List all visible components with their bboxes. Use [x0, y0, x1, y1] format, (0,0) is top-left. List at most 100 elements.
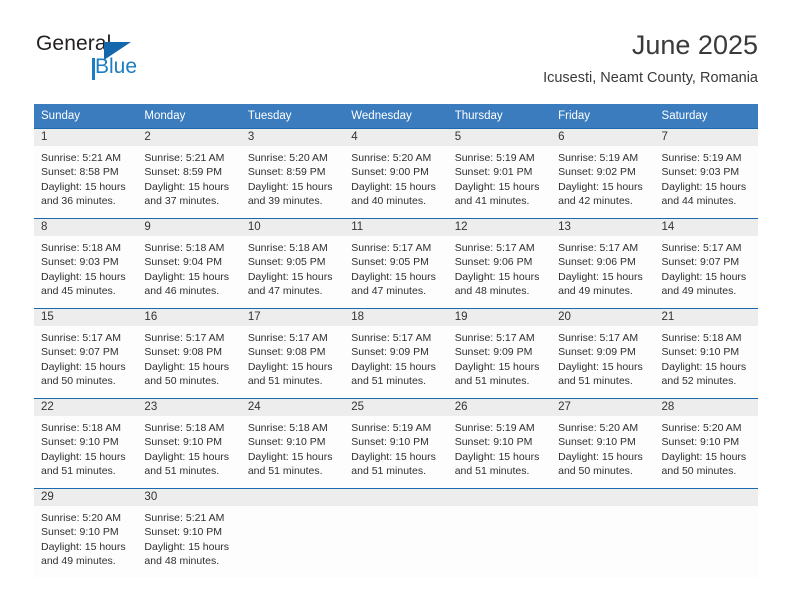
calendar-day-cell[interactable]: 10 Sunrise: 5:18 AM Sunset: 9:05 PM Dayligh… — [240, 218, 345, 309]
day-details: Sunrise: 5:17 AM Sunset: 9:08 PM Daylight:… — [241, 326, 344, 388]
day-number: 27 — [551, 399, 655, 416]
calendar-day-cell[interactable]: 14 Sunrise: 5:17 AM Sunset: 9:07 PM Dayligh… — [654, 218, 758, 309]
daylight-text-line2: and 50 minutes. — [558, 464, 633, 477]
calendar-day-cell[interactable]: 2 Sunrise: 5:21 AM Sunset: 8:59 PM Daylight… — [137, 128, 241, 219]
calendar-day-cell[interactable]: 25 Sunrise: 5:19 AM Sunset: 9:10 PM Dayligh… — [344, 398, 448, 489]
sunrise-text: Sunrise: 5:20 AM — [558, 422, 639, 434]
calendar-day-cell[interactable]: 18 Sunrise: 5:17 AM Sunset: 9:09 PM Dayligh… — [344, 308, 448, 399]
sunset-text: Sunset: 8:59 PM — [247, 166, 326, 179]
calendar-day-cell[interactable]: 28 Sunrise: 5:20 AM Sunset: 9:10 PM Dayligh… — [654, 398, 758, 489]
weekday-header-wednesday: Wednesday — [344, 104, 448, 129]
calendar-day-cell[interactable]: 19 Sunrise: 5:17 AM Sunset: 9:09 PM Dayligh… — [447, 308, 552, 399]
sunset-text: Sunset: 9:00 PM — [351, 166, 429, 179]
calendar-day-cell[interactable]: 9 Sunrise: 5:18 AM Sunset: 9:04 PM Daylight… — [137, 218, 241, 309]
sunset-text: Sunset: 9:02 PM — [558, 166, 636, 179]
general-blue-logo[interactable]: General Blue — [34, 32, 234, 88]
calendar-day-cell[interactable]: 5 Sunrise: 5:19 AM Sunset: 9:01 PM Daylight… — [447, 128, 552, 219]
calendar-day-cell[interactable]: 17 Sunrise: 5:17 AM Sunset: 9:08 PM Dayligh… — [240, 308, 345, 399]
sunrise-text: Sunrise: 5:21 AM — [41, 152, 121, 164]
calendar-day-cell[interactable]: 15 Sunrise: 5:17 AM Sunset: 9:07 PM Dayligh… — [34, 308, 138, 399]
title-block: June 2025 Icusesti, Neamt County, Romani… — [543, 28, 758, 87]
calendar-day-cell[interactable]: 12 Sunrise: 5:17 AM Sunset: 9:06 PM Dayligh… — [447, 218, 552, 309]
calendar-day-cell[interactable]: 4 Sunrise: 5:20 AM Sunset: 9:00 PM Daylight… — [344, 128, 448, 219]
day-number — [344, 489, 448, 506]
calendar-day-cell[interactable]: 27 Sunrise: 5:20 AM Sunset: 9:10 PM Dayligh… — [551, 398, 655, 489]
calendar-day-cell[interactable]: 26 Sunrise: 5:19 AM Sunset: 9:10 PM Dayligh… — [447, 398, 552, 489]
daylight-text-line2: and 50 minutes. — [41, 374, 116, 387]
sunrise-text: Sunrise: 5:17 AM — [351, 242, 432, 254]
weekday-header-friday: Friday — [551, 104, 655, 129]
day-details: Sunrise: 5:18 AM Sunset: 9:10 PM Daylight:… — [241, 416, 344, 478]
calendar-day-cell[interactable]: 20 Sunrise: 5:17 AM Sunset: 9:09 PM Dayligh… — [551, 308, 655, 399]
calendar-day-cell[interactable]: 23 Sunrise: 5:18 AM Sunset: 9:10 PM Dayligh… — [137, 398, 241, 489]
day-details: Sunrise: 5:20 AM Sunset: 9:10 PM Daylight:… — [551, 416, 654, 478]
daylight-text-line2: and 51 minutes. — [558, 374, 633, 387]
sunset-text: Sunset: 9:01 PM — [454, 166, 533, 179]
daylight-text-line1: Daylight: 15 hours — [41, 540, 126, 553]
day-details: Sunrise: 5:17 AM Sunset: 9:06 PM Daylight:… — [551, 236, 654, 298]
sunrise-text: Sunrise: 5:18 AM — [144, 242, 225, 254]
sunrise-text: Sunrise: 5:20 AM — [41, 512, 121, 524]
day-details: Sunrise: 5:21 AM Sunset: 8:59 PM Daylight:… — [137, 146, 240, 208]
calendar-day-cell[interactable]: 6 Sunrise: 5:19 AM Sunset: 9:02 PM Daylight… — [551, 128, 655, 219]
day-details: Sunrise: 5:17 AM Sunset: 9:07 PM Daylight:… — [34, 326, 137, 388]
daylight-text-line1: Daylight: 15 hours — [351, 270, 436, 283]
sunrise-text: Sunrise: 5:17 AM — [558, 242, 639, 254]
sunset-text: Sunset: 9:10 PM — [454, 436, 533, 449]
sunrise-text: Sunrise: 5:17 AM — [454, 242, 535, 254]
calendar-day-cell[interactable]: 16 Sunrise: 5:17 AM Sunset: 9:08 PM Dayligh… — [137, 308, 241, 399]
calendar-day-cell[interactable]: 22 Sunrise: 5:18 AM Sunset: 9:10 PM Dayligh… — [34, 398, 138, 489]
daylight-text-line1: Daylight: 15 hours — [661, 360, 747, 373]
calendar-day-cell[interactable]: 24 Sunrise: 5:18 AM Sunset: 9:10 PM Dayligh… — [240, 398, 345, 489]
calendar-day-cell[interactable]: 21 Sunrise: 5:18 AM Sunset: 9:10 PM Dayligh… — [654, 308, 758, 399]
sunset-text: Sunset: 9:10 PM — [661, 436, 740, 449]
daylight-text-line1: Daylight: 15 hours — [41, 450, 126, 463]
day-number: 19 — [447, 309, 552, 326]
calendar-empty-cell — [447, 488, 552, 578]
sunrise-text: Sunrise: 5:18 AM — [41, 422, 121, 434]
calendar-day-cell[interactable]: 1 Sunrise: 5:21 AM Sunset: 8:58 PM Daylight… — [34, 128, 138, 219]
day-details: Sunrise: 5:17 AM Sunset: 9:07 PM Daylight:… — [655, 236, 758, 298]
calendar-empty-cell — [551, 488, 655, 578]
calendar-day-cell[interactable]: 11 Sunrise: 5:17 AM Sunset: 9:05 PM Dayligh… — [344, 218, 448, 309]
calendar-day-cell[interactable]: 29 Sunrise: 5:20 AM Sunset: 9:10 PM Dayligh… — [34, 488, 138, 578]
day-number: 2 — [137, 129, 241, 146]
sunrise-text: Sunrise: 5:18 AM — [144, 422, 225, 434]
weekday-header-sunday: Sunday — [34, 104, 138, 129]
day-number: 13 — [551, 219, 655, 236]
day-number: 29 — [34, 489, 138, 506]
sunset-text: Sunset: 9:09 PM — [558, 346, 636, 359]
day-details: Sunrise: 5:17 AM Sunset: 9:06 PM Daylight:… — [448, 236, 551, 298]
sunrise-text: Sunrise: 5:20 AM — [247, 152, 328, 164]
day-number: 1 — [34, 129, 138, 146]
daylight-text-line1: Daylight: 15 hours — [558, 360, 643, 373]
sunrise-text: Sunrise: 5:19 AM — [351, 422, 432, 434]
calendar-page: General Blue June 2025 Icusesti, Neamt C… — [0, 0, 792, 612]
daylight-text-line1: Daylight: 15 hours — [41, 270, 126, 283]
weekday-header-monday: Monday — [137, 104, 241, 129]
daylight-text-line1: Daylight: 15 hours — [144, 180, 230, 193]
daylight-text-line2: and 51 minutes. — [454, 374, 530, 387]
sunset-text: Sunset: 8:59 PM — [144, 166, 223, 179]
daylight-text-line1: Daylight: 15 hours — [144, 540, 230, 553]
calendar-day-cell[interactable]: 8 Sunrise: 5:18 AM Sunset: 9:03 PM Daylight… — [34, 218, 138, 309]
sunset-text: Sunset: 9:07 PM — [41, 346, 119, 359]
daylight-text-line2: and 47 minutes. — [351, 284, 426, 297]
calendar-day-cell[interactable]: 3 Sunrise: 5:20 AM Sunset: 8:59 PM Daylight… — [240, 128, 345, 219]
calendar-day-cell[interactable]: 13 Sunrise: 5:17 AM Sunset: 9:06 PM Dayligh… — [551, 218, 655, 309]
day-details: Sunrise: 5:17 AM Sunset: 9:09 PM Daylight:… — [448, 326, 551, 388]
calendar-day-cell[interactable]: 30 Sunrise: 5:21 AM Sunset: 9:10 PM Dayligh… — [137, 488, 241, 578]
daylight-text-line2: and 49 minutes. — [558, 284, 633, 297]
day-number — [551, 489, 655, 506]
daylight-text-line1: Daylight: 15 hours — [661, 270, 747, 283]
day-number: 30 — [137, 489, 241, 506]
day-details: Sunrise: 5:18 AM Sunset: 9:10 PM Daylight:… — [34, 416, 137, 478]
calendar-day-cell[interactable]: 7 Sunrise: 5:19 AM Sunset: 9:03 PM Daylight… — [654, 128, 758, 219]
sunset-text: Sunset: 9:10 PM — [144, 526, 223, 539]
daylight-text-line1: Daylight: 15 hours — [454, 180, 540, 193]
day-number: 8 — [34, 219, 138, 236]
day-details: Sunrise: 5:18 AM Sunset: 9:05 PM Daylight:… — [241, 236, 344, 298]
daylight-text-line1: Daylight: 15 hours — [247, 450, 333, 463]
sunrise-sunset-calendar: Sunday Monday Tuesday Wednesday Thursday… — [34, 104, 758, 578]
day-number: 26 — [447, 399, 552, 416]
